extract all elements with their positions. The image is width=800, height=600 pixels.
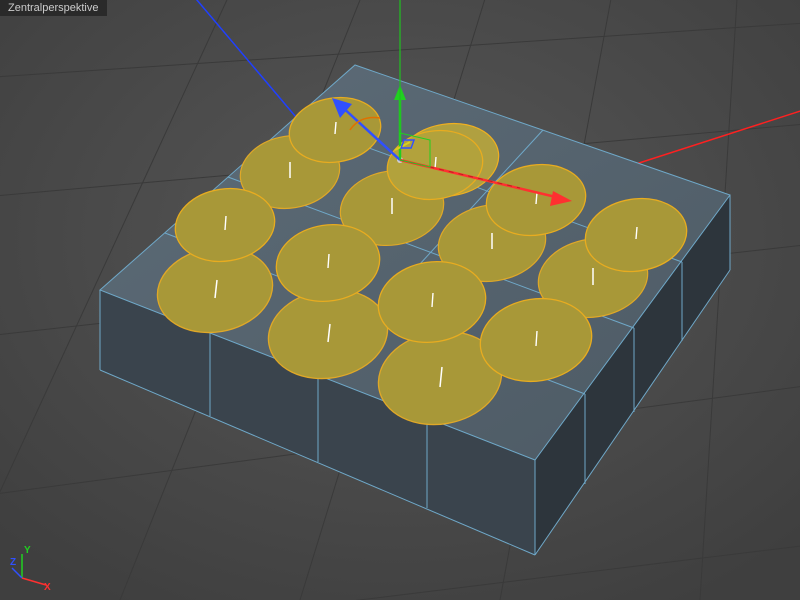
axis-indicator-z: Z (10, 557, 16, 568)
axis-indicator: Z Y X (10, 540, 60, 590)
3d-scene-canvas[interactable] (0, 0, 800, 600)
viewport-label-badge: Zentralperspektive (0, 0, 107, 16)
viewport-label-text: Zentralperspektive (8, 2, 99, 14)
axis-indicator-x: X (44, 582, 51, 590)
axis-indicator-y: Y (24, 545, 31, 556)
3d-viewport[interactable]: Zentralperspektive (0, 0, 800, 600)
